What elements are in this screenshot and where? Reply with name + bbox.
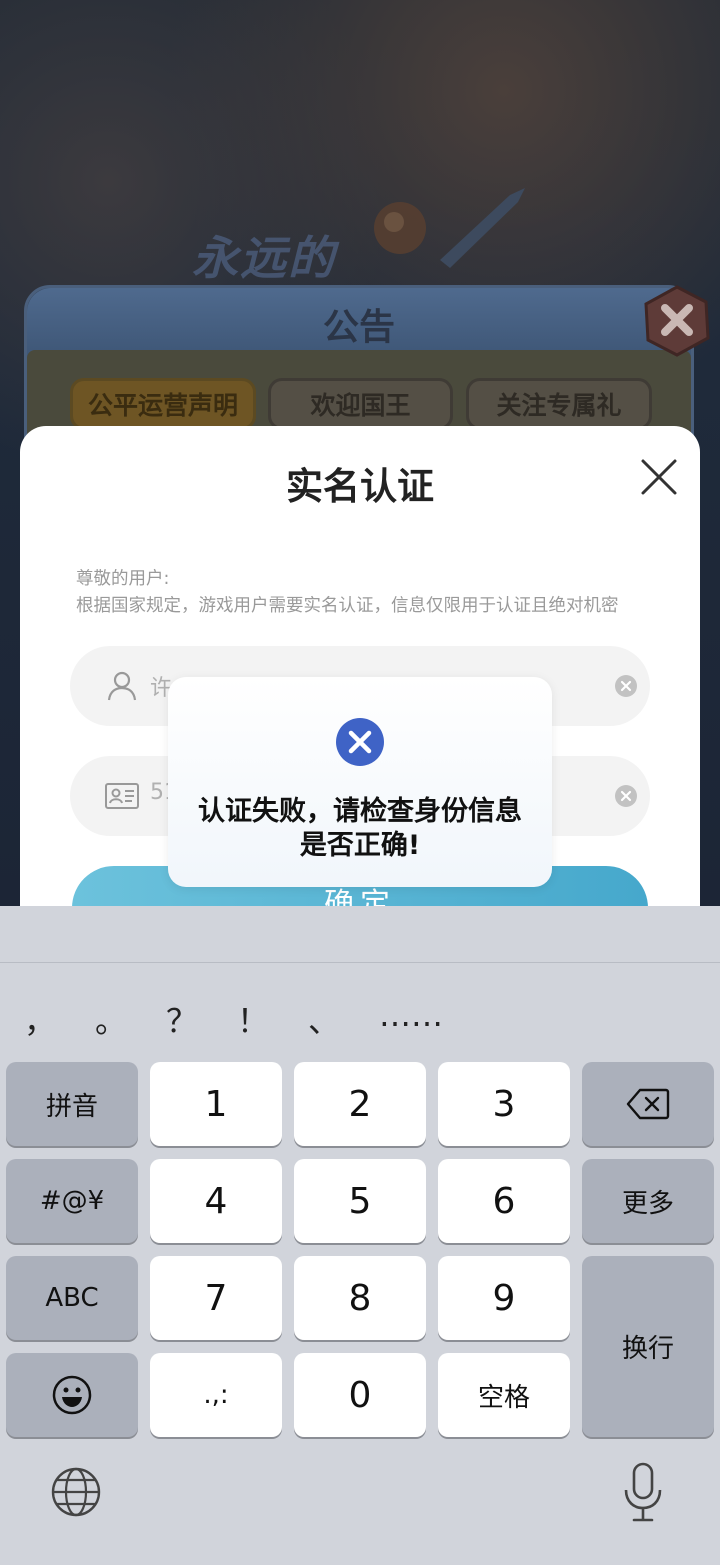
punct-exclamation[interactable]: ！ bbox=[237, 996, 269, 1042]
punct-question[interactable]: ？ bbox=[166, 996, 198, 1042]
key-pinyin[interactable]: 拼音 bbox=[6, 1062, 138, 1146]
globe-icon[interactable] bbox=[50, 1466, 102, 1518]
key-dot-comma[interactable]: .,: bbox=[150, 1353, 282, 1437]
error-toast: 认证失败，请检查身份信息 是否正确! bbox=[168, 677, 552, 887]
backspace-icon bbox=[626, 1088, 670, 1120]
key-return[interactable]: 换行 bbox=[582, 1256, 714, 1437]
id-card-icon bbox=[105, 783, 139, 809]
key-2[interactable]: 2 bbox=[294, 1062, 426, 1146]
intro-greeting: 尊敬的用户: bbox=[76, 569, 170, 589]
system-keyboard: ， 。 ？ ！ 、 …… 拼音 1 2 3 #@¥ 4 5 6 更多 ABC 7… bbox=[0, 906, 720, 1565]
notice-tab-fair-operation[interactable]: 公平运营声明 bbox=[70, 378, 256, 430]
close-icon[interactable] bbox=[638, 456, 680, 498]
punct-period[interactable]: 。 bbox=[95, 996, 127, 1042]
key-delete[interactable] bbox=[582, 1062, 714, 1146]
key-space[interactable]: 空格 bbox=[438, 1353, 570, 1437]
toast-message-line2: 是否正确! bbox=[299, 830, 421, 861]
notice-close-icon[interactable] bbox=[642, 284, 712, 358]
key-5[interactable]: 5 bbox=[294, 1159, 426, 1243]
game-logo-text: 永远的 bbox=[192, 231, 336, 285]
notice-header: 公告 bbox=[27, 288, 691, 358]
notice-tab-welcome[interactable]: 欢迎国王 bbox=[268, 378, 453, 430]
key-1[interactable]: 1 bbox=[150, 1062, 282, 1146]
key-3[interactable]: 3 bbox=[438, 1062, 570, 1146]
punct-ellipsis[interactable]: …… bbox=[379, 996, 443, 1034]
notice-tab-follow-gift[interactable]: 关注专属礼 bbox=[466, 378, 652, 430]
toast-message-line1: 认证失败，请检查身份信息 bbox=[198, 796, 522, 827]
sword-icon bbox=[440, 188, 525, 268]
clear-name-icon[interactable] bbox=[614, 674, 638, 698]
key-7[interactable]: 7 bbox=[150, 1256, 282, 1340]
punct-enumeration[interactable]: 、 bbox=[308, 996, 340, 1042]
intro-text: 尊敬的用户: 根据国家规定，游戏用户需要实名认证，信息仅限用于认证且绝对机密 bbox=[76, 566, 619, 620]
toast-message: 认证失败，请检查身份信息 是否正确! bbox=[168, 795, 552, 863]
punct-comma[interactable]: ， bbox=[24, 996, 56, 1042]
key-8[interactable]: 8 bbox=[294, 1256, 426, 1340]
game-logo-emblem-icon bbox=[374, 202, 426, 254]
dialog-title: 实名认证 bbox=[286, 465, 434, 508]
clear-id-icon[interactable] bbox=[614, 784, 638, 808]
emoji-icon bbox=[52, 1375, 92, 1415]
key-4[interactable]: 4 bbox=[150, 1159, 282, 1243]
key-more[interactable]: 更多 bbox=[582, 1159, 714, 1243]
key-0[interactable]: 0 bbox=[294, 1353, 426, 1437]
key-abc[interactable]: ABC bbox=[6, 1256, 138, 1340]
microphone-icon[interactable] bbox=[622, 1462, 664, 1524]
notice-title: 公告 bbox=[322, 307, 395, 348]
key-9[interactable]: 9 bbox=[438, 1256, 570, 1340]
key-emoji[interactable] bbox=[6, 1353, 138, 1437]
key-6[interactable]: 6 bbox=[438, 1159, 570, 1243]
error-x-icon bbox=[336, 718, 384, 766]
key-symbols[interactable]: #@¥ bbox=[6, 1159, 138, 1243]
intro-description: 根据国家规定，游戏用户需要实名认证，信息仅限用于认证且绝对机密 bbox=[76, 596, 619, 616]
user-icon bbox=[107, 671, 137, 701]
keyboard-divider bbox=[0, 962, 720, 963]
